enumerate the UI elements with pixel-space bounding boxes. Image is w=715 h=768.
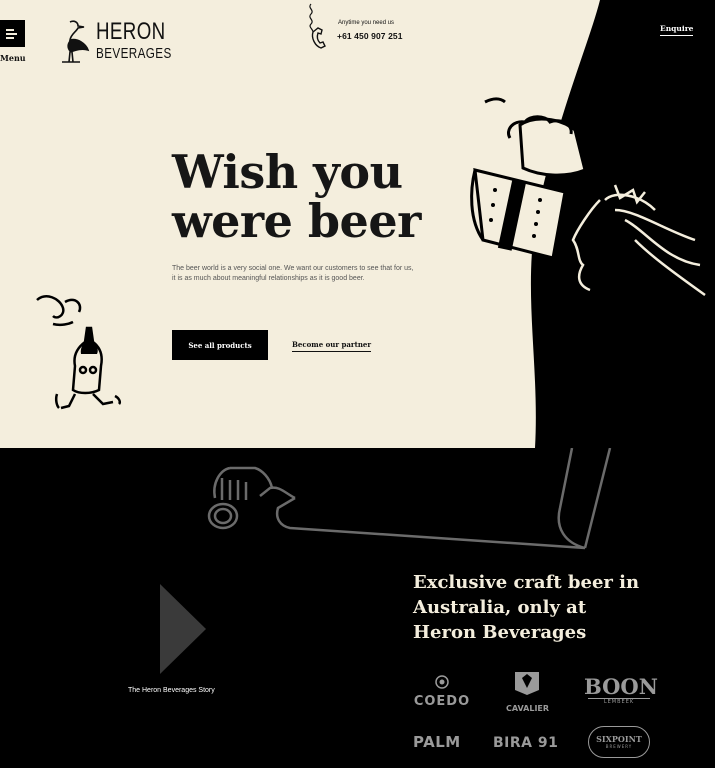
menu-label: Menu	[0, 53, 26, 63]
coedo-emblem-icon	[435, 675, 449, 689]
contact-phone[interactable]: +61 450 907 251	[337, 31, 403, 41]
brand-name-palm: PALM	[413, 733, 461, 751]
brand-name-bira: BIRA 91	[493, 735, 559, 751]
craft-headline-line1: Exclusive craft beer in	[413, 572, 640, 593]
heron-bird-icon	[62, 20, 90, 63]
logo[interactable]: HERON BEVERAGES	[56, 18, 171, 66]
craft-headline-line2: Australia, only at	[413, 597, 587, 618]
hamburger-menu-icon	[6, 29, 14, 31]
brand-logo-boon[interactable]: BOON LEMBEEK	[584, 674, 658, 706]
phone-handset-icon	[309, 3, 326, 49]
hero-intro: The beer world is a very social one. We …	[172, 265, 414, 282]
contact-note: Anytime you need us	[338, 20, 395, 26]
become-partner-link[interactable]: Become our partner	[292, 340, 372, 352]
hero-title: Wish you were beer	[172, 148, 421, 246]
brand-logo-sixpoint[interactable]: SIXPOINT BREWERY	[588, 726, 650, 758]
brand-name-sixpoint: SIXPOINT	[596, 734, 642, 744]
see-all-products-button[interactable]: See all products	[172, 330, 268, 360]
enquire-link[interactable]: Enquire	[660, 24, 694, 36]
brand-logo-coedo[interactable]: COEDO	[413, 674, 471, 709]
beer-drinker-illustration	[470, 97, 706, 305]
brand-logo-bira[interactable]: BIRA 91	[493, 732, 558, 751]
craft-headline-line3: Heron Beverages	[413, 622, 587, 643]
brand-logo-cavalier[interactable]: CAVALIER	[506, 670, 550, 715]
brand-sublabel-boon: LEMBEEK	[588, 698, 650, 705]
craft-beer-headline: Exclusive craft beer in Australia, only …	[413, 570, 639, 645]
arm-illustration	[207, 448, 612, 550]
menu-button[interactable]	[0, 20, 25, 47]
story-video-label[interactable]: The Heron Beverages Story	[128, 687, 215, 694]
brand-sublabel-sixpoint: BREWERY	[605, 744, 633, 749]
story-section: The Heron Beverages Story Exclusive craf…	[0, 448, 715, 768]
hamburger-menu-icon-line	[6, 33, 17, 35]
hero-title-line2: were beer	[172, 194, 421, 248]
play-icon[interactable]	[160, 584, 208, 674]
brand-name-cavalier: CAVALIER	[506, 704, 550, 713]
logo-line2: BEVERAGES	[96, 45, 172, 62]
hero-section: Menu HERON BEVERAGES Anytime you need us…	[0, 0, 715, 448]
hero-title-line1: Wish you	[172, 145, 403, 199]
cavalier-shield-icon	[515, 672, 539, 695]
brand-name-coedo: COEDO	[413, 694, 471, 709]
logo-line1: HERON	[96, 18, 166, 45]
brand-logo-palm[interactable]: PALM	[413, 732, 461, 751]
brand-name-boon: BOON	[584, 674, 658, 699]
hamburger-menu-icon-line	[6, 37, 14, 39]
bottle-character-illustration	[36, 295, 122, 410]
